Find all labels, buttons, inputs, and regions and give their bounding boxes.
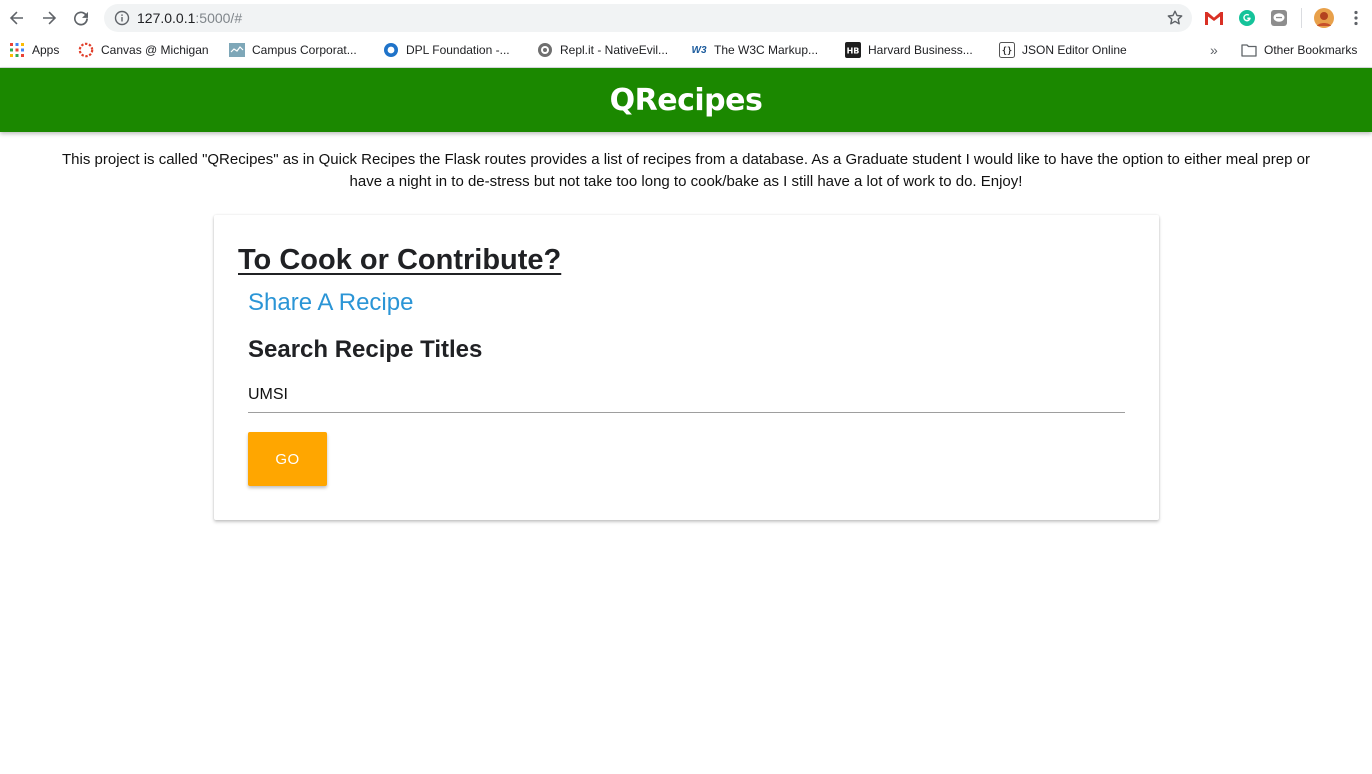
search-card: To Cook or Contribute? Share A Recipe Se… xyxy=(214,215,1159,520)
card-title: To Cook or Contribute? xyxy=(238,244,562,276)
bookmark-json-editor[interactable]: {} JSON Editor Online xyxy=(999,41,1127,59)
bookmark-label: The W3C Markup... xyxy=(714,43,819,57)
bookmark-w3c[interactable]: W3 The W3C Markup... xyxy=(691,41,819,59)
bookmark-label: Campus Corporat... xyxy=(252,43,357,57)
svg-text:{}: {} xyxy=(1002,47,1012,57)
replit-icon xyxy=(537,42,553,58)
bookmark-label: DPL Foundation -... xyxy=(406,43,510,57)
bookmarks-overflow-button[interactable]: » xyxy=(1210,41,1218,59)
bookmark-replit[interactable]: Repl.it - NativeEvil... xyxy=(537,41,668,59)
bookmark-label: Apps xyxy=(32,43,60,57)
bookmark-label: JSON Editor Online xyxy=(1022,43,1127,57)
json-editor-icon: {} xyxy=(999,42,1015,58)
site-info-icon[interactable] xyxy=(114,10,130,26)
forward-icon[interactable] xyxy=(37,6,61,30)
bookmark-hbr[interactable]: HB Harvard Business... xyxy=(845,41,973,59)
reload-icon[interactable] xyxy=(69,6,93,30)
chat-extension-icon[interactable] xyxy=(1269,8,1289,28)
bookmark-campus[interactable]: Campus Corporat... xyxy=(229,41,357,59)
profile-avatar[interactable] xyxy=(1314,8,1334,28)
other-bookmarks-label: Other Bookmarks xyxy=(1264,43,1358,57)
url-host: 127.0.0.1 xyxy=(137,10,196,26)
campus-icon xyxy=(229,42,245,58)
search-input[interactable] xyxy=(248,377,1125,413)
bookmark-canvas[interactable]: Canvas @ Michigan xyxy=(78,41,209,59)
back-icon[interactable] xyxy=(5,6,29,30)
browser-toolbar: 127.0.0.1:5000/# xyxy=(0,0,1372,36)
folder-icon xyxy=(1241,42,1257,58)
chrome-menu-icon[interactable] xyxy=(1346,8,1366,28)
address-bar[interactable]: 127.0.0.1:5000/# xyxy=(104,4,1192,32)
toolbar-separator xyxy=(1301,8,1302,28)
bookmark-label: Repl.it - NativeEvil... xyxy=(560,43,669,57)
svg-text:HB: HB xyxy=(847,47,860,56)
app-title: QRecipes xyxy=(609,82,763,118)
bookmark-dpl[interactable]: DPL Foundation -... xyxy=(383,41,510,59)
bookmark-apps[interactable]: Apps xyxy=(9,41,59,59)
url-text: 127.0.0.1:5000/# xyxy=(137,10,242,26)
other-bookmarks[interactable]: Other Bookmarks xyxy=(1241,41,1357,59)
bookmark-label: Harvard Business... xyxy=(868,43,973,57)
dpl-icon xyxy=(383,42,399,58)
hbr-icon: HB xyxy=(845,42,861,58)
url-path: :5000/# xyxy=(195,10,243,26)
app-header: QRecipes xyxy=(0,68,1372,132)
bookmarks-bar: Apps Canvas @ Michigan Campus Corporat..… xyxy=(0,36,1372,64)
gmail-icon[interactable] xyxy=(1204,8,1224,28)
bookmark-label: Canvas @ Michigan xyxy=(101,43,209,57)
search-heading: Search Recipe Titles xyxy=(248,336,483,363)
canvas-icon xyxy=(78,42,94,58)
share-recipe-link[interactable]: Share A Recipe xyxy=(248,289,413,317)
intro-text: This project is called "QRecipes" as in … xyxy=(62,151,1310,190)
w3c-icon: W3 xyxy=(691,44,707,56)
grammarly-icon[interactable] xyxy=(1237,8,1257,28)
go-button[interactable]: GO xyxy=(248,432,327,486)
bookmark-star-icon[interactable] xyxy=(1166,9,1184,27)
apps-grid-icon xyxy=(9,42,25,58)
